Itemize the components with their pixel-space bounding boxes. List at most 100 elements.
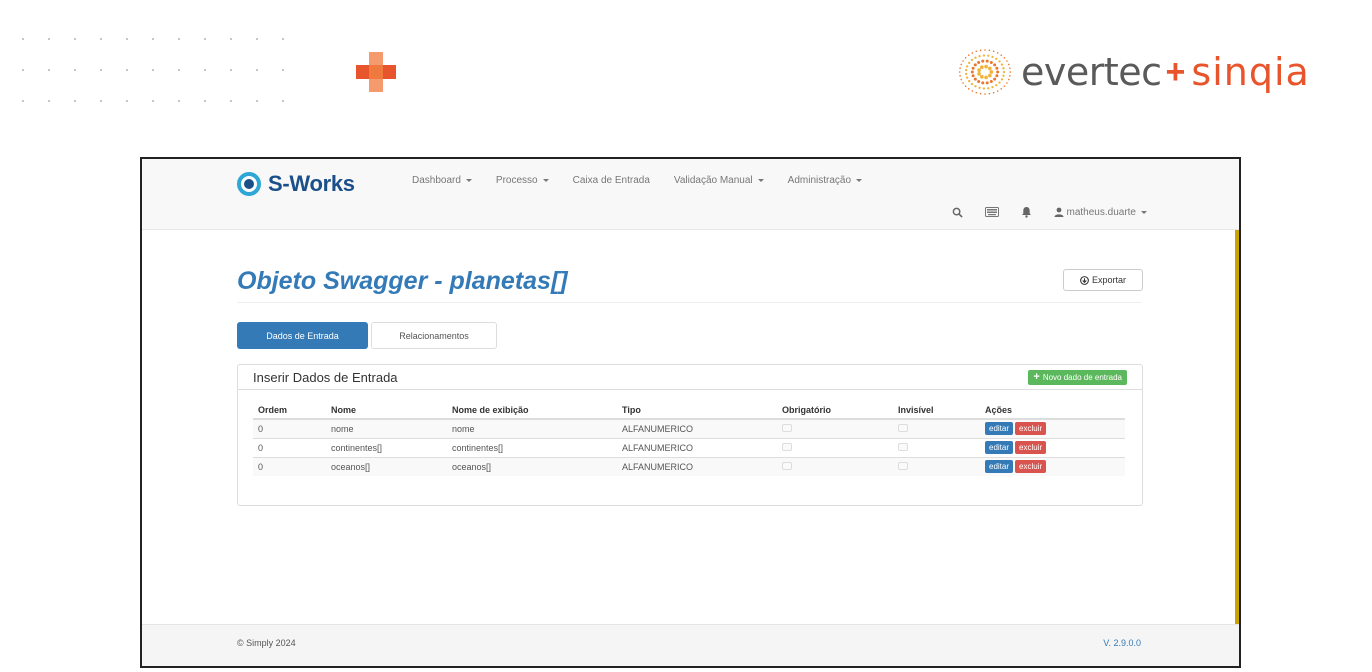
cell-nome: continentes[] bbox=[326, 437, 447, 457]
new-input-button[interactable]: + Novo dado de entrada bbox=[1028, 370, 1127, 385]
decorative-dot-grid bbox=[22, 38, 312, 108]
invisivel-checkbox[interactable] bbox=[898, 442, 908, 451]
decorative-dot bbox=[126, 38, 128, 40]
cell-invisivel bbox=[893, 456, 980, 476]
decorative-dot bbox=[230, 38, 232, 40]
panel-title: Inserir Dados de Entrada bbox=[253, 370, 398, 385]
page-footer: © Simply 2024 V. 2.9.0.0 bbox=[142, 624, 1239, 666]
sworks-logo[interactable]: S-Works bbox=[237, 171, 355, 197]
cell-ordem: 0 bbox=[253, 456, 326, 476]
decorative-dot bbox=[282, 100, 284, 102]
new-input-label: Novo dado de entrada bbox=[1042, 373, 1122, 382]
decorative-dot bbox=[178, 38, 180, 40]
cell-obrigatorio bbox=[777, 418, 893, 438]
export-button[interactable]: Exportar bbox=[1063, 269, 1143, 291]
decorative-dot bbox=[204, 69, 206, 71]
decorative-dot bbox=[152, 100, 154, 102]
decorative-dot bbox=[22, 38, 24, 40]
menu-item-administracao[interactable]: Administração bbox=[787, 175, 863, 186]
brand-evertec-text: evertec bbox=[1021, 50, 1162, 94]
decorative-dot bbox=[48, 100, 50, 102]
cell-exibicao: continentes[] bbox=[447, 437, 617, 457]
sworks-logo-text: S-Works bbox=[268, 171, 355, 196]
main-menu: Dashboard Processo Caixa de Entrada Vali… bbox=[412, 175, 886, 186]
col-obrigatorio: Obrigatório bbox=[777, 401, 893, 420]
obrigatorio-checkbox[interactable] bbox=[782, 461, 792, 470]
col-invisivel: Invisível bbox=[893, 401, 980, 420]
frame-scrollbar[interactable] bbox=[1235, 159, 1239, 666]
cell-tipo: ALFANUMERICO bbox=[617, 456, 777, 476]
delete-button[interactable]: excluir bbox=[1015, 422, 1047, 436]
cell-acoes: editar excluir bbox=[980, 418, 1125, 438]
decorative-dot bbox=[178, 100, 180, 102]
cell-nome: nome bbox=[326, 418, 447, 438]
table-row: 0 oceanos[] oceanos[] ALFANUMERICO edita… bbox=[253, 456, 1125, 476]
caret-down-icon bbox=[856, 179, 863, 182]
copyright-text: © Simply 2024 bbox=[237, 638, 296, 648]
cell-exibicao: oceanos[] bbox=[447, 456, 617, 476]
decorative-dot bbox=[74, 69, 76, 71]
cell-ordem: 0 bbox=[253, 418, 326, 438]
user-icon bbox=[1054, 207, 1063, 217]
col-acoes: Ações bbox=[980, 401, 1125, 420]
invisivel-checkbox[interactable] bbox=[898, 461, 908, 470]
decorative-dot bbox=[256, 38, 258, 40]
decorative-dot bbox=[230, 100, 232, 102]
decorative-dot bbox=[152, 69, 154, 71]
cell-ordem: 0 bbox=[253, 437, 326, 457]
tabs: Dados de Entrada Relacionamentos bbox=[237, 322, 497, 349]
keyboard-icon[interactable] bbox=[984, 205, 999, 219]
menu-item-caixa-de-entrada[interactable]: Caixa de Entrada bbox=[573, 175, 650, 186]
decorative-dot bbox=[74, 100, 76, 102]
orange-plus-logo-icon bbox=[356, 52, 396, 92]
cell-invisivel bbox=[893, 418, 980, 438]
caret-down-icon bbox=[757, 179, 764, 182]
caret-down-icon bbox=[542, 179, 549, 182]
decorative-dot bbox=[282, 38, 284, 40]
user-name: matheus.duarte bbox=[1066, 206, 1137, 218]
decorative-dot bbox=[126, 100, 128, 102]
edit-button[interactable]: editar bbox=[985, 441, 1014, 454]
user-menu[interactable]: matheus.duarte bbox=[1054, 206, 1147, 218]
panel-heading: Inserir Dados de Entrada + Novo dado de … bbox=[238, 365, 1142, 390]
col-nome: Nome bbox=[326, 401, 447, 420]
export-icon bbox=[1080, 275, 1089, 285]
decorative-dot bbox=[100, 69, 102, 71]
col-nome-exibicao: Nome de exibição bbox=[447, 401, 617, 420]
menu-item-dashboard[interactable]: Dashboard bbox=[412, 175, 472, 186]
brand-sinqia-text: sinqia bbox=[1191, 50, 1310, 94]
edit-button[interactable]: editar bbox=[985, 422, 1014, 436]
menu-item-validacao-manual[interactable]: Validação Manual bbox=[674, 175, 764, 186]
bell-icon[interactable] bbox=[1021, 205, 1032, 219]
menu-item-processo[interactable]: Processo bbox=[496, 175, 549, 186]
table-row: 0 nome nome ALFANUMERICO editar excluir bbox=[253, 418, 1125, 438]
decorative-dot bbox=[100, 38, 102, 40]
app-screenshot-frame: S-Works Dashboard Processo Caixa de Entr… bbox=[140, 157, 1241, 668]
obrigatorio-checkbox[interactable] bbox=[782, 442, 792, 451]
navbar-tools: matheus.duarte bbox=[930, 205, 1147, 219]
menu-item-label: Administração bbox=[787, 175, 852, 186]
caret-down-icon bbox=[465, 179, 472, 182]
evertec-sinqia-logo: evertec + sinqia bbox=[955, 46, 1310, 98]
delete-button[interactable]: excluir bbox=[1015, 460, 1047, 474]
title-divider bbox=[237, 302, 1142, 303]
tab-relacionamentos[interactable]: Relacionamentos bbox=[371, 322, 497, 349]
decorative-dot bbox=[48, 69, 50, 71]
cell-exibicao: nome bbox=[447, 418, 617, 438]
search-icon[interactable] bbox=[952, 205, 963, 219]
caret-down-icon bbox=[1141, 210, 1147, 214]
decorative-dot bbox=[178, 69, 180, 71]
col-ordem: Ordem bbox=[253, 401, 326, 420]
edit-button[interactable]: editar bbox=[985, 460, 1014, 474]
invisivel-checkbox[interactable] bbox=[898, 423, 908, 432]
decorative-dot bbox=[22, 100, 24, 102]
delete-button[interactable]: excluir bbox=[1015, 441, 1047, 454]
decorative-dot bbox=[230, 69, 232, 71]
cell-tipo: ALFANUMERICO bbox=[617, 418, 777, 438]
cell-obrigatorio bbox=[777, 456, 893, 476]
tab-dados-de-entrada[interactable]: Dados de Entrada bbox=[237, 322, 368, 349]
obrigatorio-checkbox[interactable] bbox=[782, 423, 792, 432]
evertec-burst-icon bbox=[958, 49, 1012, 95]
table-header-row: Ordem Nome Nome de exibição Tipo Obrigat… bbox=[253, 401, 1125, 420]
cell-tipo: ALFANUMERICO bbox=[617, 437, 777, 457]
